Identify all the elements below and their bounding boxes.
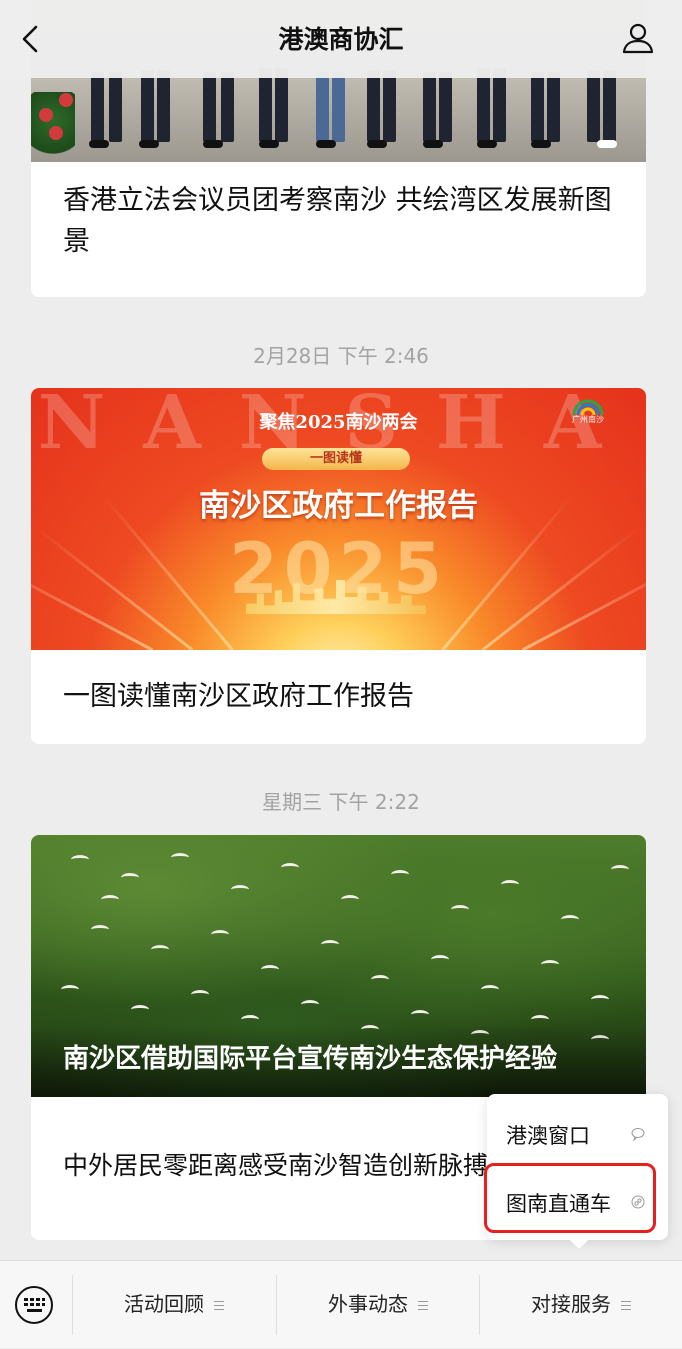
user-profile-icon[interactable] xyxy=(620,20,656,56)
article-title[interactable]: 一图读懂南沙区政府工作报告 xyxy=(31,650,646,717)
submenu-popup: 港澳窗口 图南直通车 xyxy=(484,1094,668,1249)
menu-tab-label: 外事动态 xyxy=(328,1292,408,1316)
message-timestamp: 星期三 下午 2:22 xyxy=(262,790,420,814)
article-title[interactable]: 香港立法会议员团考察南沙 共绘湾区发展新图景 xyxy=(31,162,646,262)
chat-bubble-icon xyxy=(631,1128,645,1141)
message-timestamp: 2月28日 下午 2:46 xyxy=(253,344,429,368)
image-pill: 一图读懂 xyxy=(262,448,410,470)
page-title: 港澳商协汇 xyxy=(278,25,404,54)
submenu-item-tunan-express[interactable]: 图南直通车 xyxy=(484,1163,668,1233)
submenu-indicator-icon xyxy=(621,1298,631,1313)
submenu-indicator-icon xyxy=(214,1298,224,1313)
menu-tab-label: 活动回顾 xyxy=(124,1292,204,1316)
logo-text: 广州南沙 xyxy=(572,415,604,424)
bottom-menu-bar: 活动回顾 外事动态 对接服务 xyxy=(0,1260,682,1348)
keyboard-toggle-icon[interactable] xyxy=(14,1285,54,1325)
top-navigation-bar: 港澳商协汇 xyxy=(0,0,682,78)
menu-tab-connection-services[interactable]: 对接服务 xyxy=(480,1261,682,1349)
menu-tab-label: 对接服务 xyxy=(531,1292,611,1316)
submenu-indicator-icon xyxy=(418,1298,428,1313)
image-caption: 南沙区借助国际平台宣传南沙生态保护经验 xyxy=(31,1025,646,1097)
mini-program-icon xyxy=(631,1195,645,1209)
article-cover-image: NANSHA 聚焦2025南沙两会 广州南沙 一图读懂 南沙区政府工作报告 20… xyxy=(31,388,646,650)
menu-tab-foreign-affairs[interactable]: 外事动态 xyxy=(277,1261,479,1349)
menu-tab-activity-review[interactable]: 活动回顾 xyxy=(73,1261,275,1349)
article-cover-image: 南沙区借助国际平台宣传南沙生态保护经验 xyxy=(31,835,646,1097)
image-headline: 南沙区政府工作报告 xyxy=(199,488,478,524)
article-card[interactable]: NANSHA 聚焦2025南沙两会 广州南沙 一图读懂 南沙区政府工作报告 20… xyxy=(31,388,646,744)
submenu-item-hk-macao-window[interactable]: 港澳窗口 xyxy=(487,1104,668,1164)
submenu-item-label: 图南直通车 xyxy=(506,1192,611,1216)
article-feed[interactable]: 香港立法会议员团考察南沙 共绘湾区发展新图景 2月28日 下午 2:46 NAN… xyxy=(0,0,682,1260)
image-subtitle: 聚焦2025南沙两会 xyxy=(259,412,418,433)
submenu-item-label: 港澳窗口 xyxy=(506,1124,590,1148)
